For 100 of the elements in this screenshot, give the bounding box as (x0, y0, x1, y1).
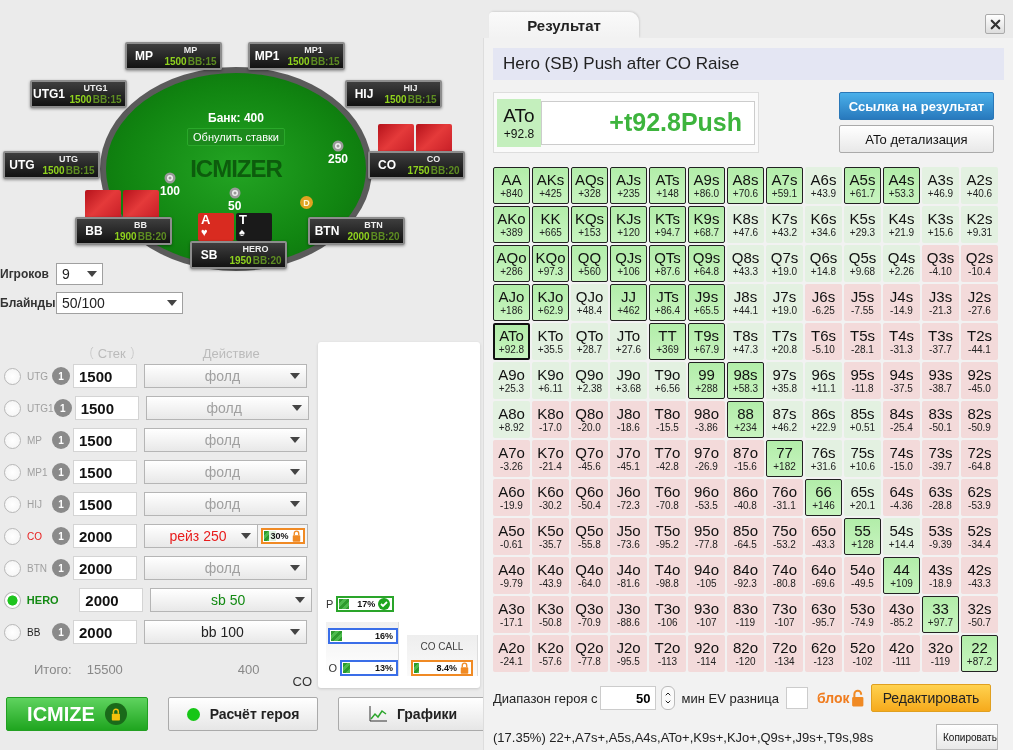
hand-cell[interactable]: Q7s +19.0 (766, 245, 803, 282)
hand-cell[interactable]: T8o -15.5 (649, 401, 686, 438)
hand-cell[interactable]: 94s -37.5 (883, 362, 920, 399)
hand-cell[interactable]: K4s +21.9 (883, 206, 920, 243)
hand-cell[interactable]: 82s -50.9 (961, 401, 998, 438)
hand-cell[interactable]: 32s -50.7 (961, 596, 998, 633)
hand-cell[interactable]: 52o -102 (844, 635, 881, 672)
hand-cell[interactable]: 53o -74.9 (844, 596, 881, 633)
hand-cell[interactable]: K5s +29.3 (844, 206, 881, 243)
hand-cell[interactable]: 99 +288 (688, 362, 725, 399)
hand-cell[interactable]: 88 +234 (727, 401, 764, 438)
hand-cell[interactable]: QJs +106 (610, 245, 647, 282)
hand-cell[interactable]: T5o -95.2 (649, 518, 686, 555)
hand-cell[interactable]: 76s +31.6 (805, 440, 842, 477)
hand-cell[interactable]: 74o -80.8 (766, 557, 803, 594)
hand-cell[interactable]: Q8s +43.3 (727, 245, 764, 282)
hand-cell[interactable]: J8s +44.1 (727, 284, 764, 321)
hand-cell[interactable]: T7o -42.8 (649, 440, 686, 477)
hand-cell[interactable]: 65s +20.1 (844, 479, 881, 516)
range-bar[interactable]: 17% (336, 596, 395, 612)
hand-cell[interactable]: 98s +58.3 (727, 362, 764, 399)
hand-cell[interactable]: 33 +97.7 (922, 596, 959, 633)
hand-cell[interactable]: 92s -45.0 (961, 362, 998, 399)
hand-cell[interactable]: 84o -92.3 (727, 557, 764, 594)
hand-cell[interactable]: ATo +92.8 (493, 323, 530, 360)
hand-cell[interactable]: AA +840 (493, 167, 530, 204)
stack-input[interactable]: 1500 (73, 460, 137, 484)
range-bar[interactable]: 8.4% (411, 660, 473, 676)
action-select[interactable]: рейз 250 (144, 524, 258, 548)
hand-cell[interactable]: 73o -107 (766, 596, 803, 633)
hand-cell[interactable]: A2o -24.1 (493, 635, 530, 672)
hand-cell[interactable]: 98o -3.86 (688, 401, 725, 438)
hand-cell[interactable]: Q2s -10.4 (961, 245, 998, 282)
hand-cell[interactable]: 92o -114 (688, 635, 725, 672)
hand-cell[interactable]: 75o -53.2 (766, 518, 803, 555)
stack-input[interactable]: 1500 (73, 364, 137, 388)
hand-cell[interactable]: J9o +3.68 (610, 362, 647, 399)
hand-cell[interactable]: KTs +94.7 (649, 206, 686, 243)
hand-cell[interactable]: 62s -53.9 (961, 479, 998, 516)
hand-cell[interactable]: Q8o -20.0 (571, 401, 608, 438)
stack-input[interactable]: 2000 (79, 588, 144, 612)
hand-cell[interactable]: Q5o -55.8 (571, 518, 608, 555)
radio-button[interactable] (4, 495, 21, 513)
hand-cell[interactable]: 63s -28.8 (922, 479, 959, 516)
hand-cell[interactable]: QJo +48.4 (571, 284, 608, 321)
hand-cell[interactable]: J2o -95.5 (610, 635, 647, 672)
hand-cell[interactable]: Q9s +64.8 (688, 245, 725, 282)
hand-cell[interactable]: J7o -45.1 (610, 440, 647, 477)
hand-cell[interactable]: T9o +6.56 (649, 362, 686, 399)
hand-cell[interactable]: A5s +61.7 (844, 167, 881, 204)
hand-cell[interactable]: KJo +62.9 (532, 284, 569, 321)
hand-cell[interactable]: J5s -7.55 (844, 284, 881, 321)
hand-cell[interactable]: AQo +286 (493, 245, 530, 282)
hand-cell[interactable]: 55 +128 (844, 518, 881, 555)
hand-cell[interactable]: A3o -17.1 (493, 596, 530, 633)
hand-cell[interactable]: 96o -53.5 (688, 479, 725, 516)
hand-cell[interactable]: T5s -28.1 (844, 323, 881, 360)
hand-cell[interactable]: A3s +46.9 (922, 167, 959, 204)
hand-cell[interactable]: AKo +389 (493, 206, 530, 243)
hand-cell[interactable]: KK +665 (532, 206, 569, 243)
hand-cell[interactable]: T6s -5.10 (805, 323, 842, 360)
edit-button[interactable]: Редактировать (871, 684, 991, 712)
hand-cell[interactable]: 52s -34.4 (961, 518, 998, 555)
stack-input[interactable]: 2000 (73, 556, 137, 580)
hand-cell[interactable]: Q3s -4.10 (922, 245, 959, 282)
radio-button[interactable] (4, 623, 21, 641)
hand-cell[interactable]: 93s -38.7 (922, 362, 959, 399)
hand-cell[interactable]: J5o -73.6 (610, 518, 647, 555)
hand-cell[interactable]: Q5s +9.68 (844, 245, 881, 282)
hand-cell[interactable]: K5o -35.7 (532, 518, 569, 555)
hand-cell[interactable]: T2s -44.1 (961, 323, 998, 360)
hand-cell[interactable]: KTo +35.5 (532, 323, 569, 360)
details-button[interactable]: ATo детализация (839, 125, 994, 153)
hand-cell[interactable]: ATs +148 (649, 167, 686, 204)
hand-cell[interactable]: K6s +34.6 (805, 206, 842, 243)
hand-cell[interactable]: 82o -120 (727, 635, 764, 672)
hand-cell[interactable]: J3o -88.6 (610, 596, 647, 633)
hand-cell[interactable]: J4o -81.6 (610, 557, 647, 594)
hand-cell[interactable]: T9s +67.9 (688, 323, 725, 360)
hand-cell[interactable]: J7s +19.0 (766, 284, 803, 321)
action-select[interactable]: bb 100 (144, 620, 307, 644)
hand-cell[interactable]: J2s -27.6 (961, 284, 998, 321)
hand-cell[interactable]: KQs +153 (571, 206, 608, 243)
hand-cell[interactable]: A7s +59.1 (766, 167, 803, 204)
hand-cell[interactable]: T3o -106 (649, 596, 686, 633)
hand-cell[interactable]: K8o -17.0 (532, 401, 569, 438)
hand-cell[interactable]: AJs +235 (610, 167, 647, 204)
hand-cell[interactable]: T4s -31.3 (883, 323, 920, 360)
radio-button[interactable] (4, 527, 21, 545)
hand-cell[interactable]: 95s -11.8 (844, 362, 881, 399)
hand-cell[interactable]: J6o -72.3 (610, 479, 647, 516)
player-seat[interactable]: BB BB 1900BB:20 (75, 217, 172, 245)
hand-cell[interactable]: K9o +6.11 (532, 362, 569, 399)
spinner-icon[interactable] (660, 686, 675, 710)
hand-cell[interactable]: 32o -119 (922, 635, 959, 672)
hand-cell[interactable]: J9s +65.5 (688, 284, 725, 321)
hand-cell[interactable]: A2s +40.6 (961, 167, 998, 204)
hand-cell[interactable]: T6o -70.8 (649, 479, 686, 516)
hand-cell[interactable]: Q2o -77.8 (571, 635, 608, 672)
player-seat[interactable]: BTN BTN 2000BB:20 (308, 217, 405, 245)
